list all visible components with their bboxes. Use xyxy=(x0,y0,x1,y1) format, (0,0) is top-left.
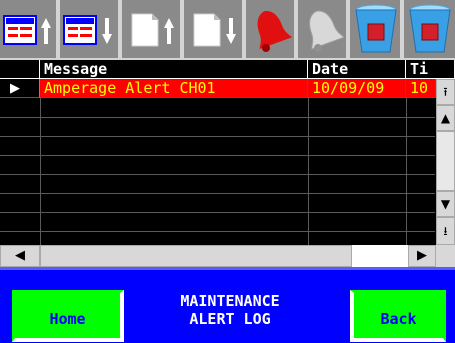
clear-all-button[interactable] xyxy=(404,0,455,58)
home-button[interactable]: Home xyxy=(12,290,124,342)
cell-date[interactable]: 10/09/09 xyxy=(308,79,406,98)
bottom-navigation-bar: Home MAINTENANCE ALERT LOG Back xyxy=(0,267,455,343)
table-up-icon xyxy=(3,15,51,45)
column-header-date[interactable]: Date xyxy=(308,60,406,79)
row-pointer-icon: ▶ xyxy=(10,81,20,96)
column-divider xyxy=(308,98,309,245)
scroll-thumb[interactable] xyxy=(436,131,455,191)
empty-table-row[interactable] xyxy=(0,193,435,194)
column-divider xyxy=(406,98,407,245)
empty-table-row[interactable] xyxy=(0,155,435,156)
page-down-icon xyxy=(193,13,236,47)
empty-table-row[interactable] xyxy=(0,212,435,213)
page-title: MAINTENANCE ALERT LOG xyxy=(150,292,310,328)
toolbar xyxy=(0,0,455,60)
page-title-line2: ALERT LOG xyxy=(189,310,271,328)
scrollbar-corner xyxy=(436,245,455,267)
scroll-top-button[interactable]: ⭱ xyxy=(436,79,455,105)
trash-can-icon xyxy=(355,4,397,53)
empty-table-row[interactable] xyxy=(0,174,435,175)
row-header-corner xyxy=(0,60,40,79)
scroll-up-button[interactable]: ▲ xyxy=(436,105,455,131)
column-divider xyxy=(40,98,41,245)
page-down-button[interactable] xyxy=(184,0,244,58)
scroll-bottom-button[interactable]: ⭳ xyxy=(436,217,455,245)
gray-bell-icon xyxy=(309,10,345,52)
empty-table-row[interactable] xyxy=(0,136,435,137)
scroll-down-button[interactable]: ▼ xyxy=(436,191,455,217)
clear-selected-button[interactable] xyxy=(350,0,402,58)
horizontal-scroll-thumb[interactable] xyxy=(40,245,352,267)
page-up-icon xyxy=(131,13,174,47)
acknowledge-alert-button[interactable] xyxy=(246,0,296,58)
page-title-line1: MAINTENANCE xyxy=(180,292,280,310)
trash-can-icon xyxy=(409,4,451,53)
page-up-button[interactable] xyxy=(122,0,182,58)
empty-table-row[interactable] xyxy=(0,231,435,232)
back-button[interactable]: Back xyxy=(350,290,446,342)
cell-message[interactable]: Amperage Alert CH01 xyxy=(40,79,308,98)
horizontal-scrollbar[interactable]: ◀ ▶ xyxy=(0,245,436,267)
vertical-scrollbar[interactable]: ⭱ ▲ ▼ ⭳ xyxy=(436,79,455,245)
scroll-last-page-button[interactable] xyxy=(60,0,120,58)
red-bell-icon xyxy=(257,11,292,52)
row-indicator[interactable]: ▶ xyxy=(0,79,40,98)
scroll-right-button[interactable]: ▶ xyxy=(408,245,436,267)
empty-table-row[interactable] xyxy=(0,117,435,118)
alert-log-grid: Message Date Ti ▶ Amperage Alert CH01 10… xyxy=(0,60,455,245)
column-header-message[interactable]: Message xyxy=(40,60,308,79)
scroll-left-button[interactable]: ◀ xyxy=(0,245,40,267)
column-header-time[interactable]: Ti xyxy=(406,60,455,79)
table-down-icon xyxy=(63,15,112,45)
cell-time[interactable]: 10 xyxy=(406,79,436,98)
horizontal-scroll-track[interactable] xyxy=(352,245,408,267)
silence-alert-button[interactable] xyxy=(298,0,348,58)
scroll-first-page-button[interactable] xyxy=(0,0,58,58)
